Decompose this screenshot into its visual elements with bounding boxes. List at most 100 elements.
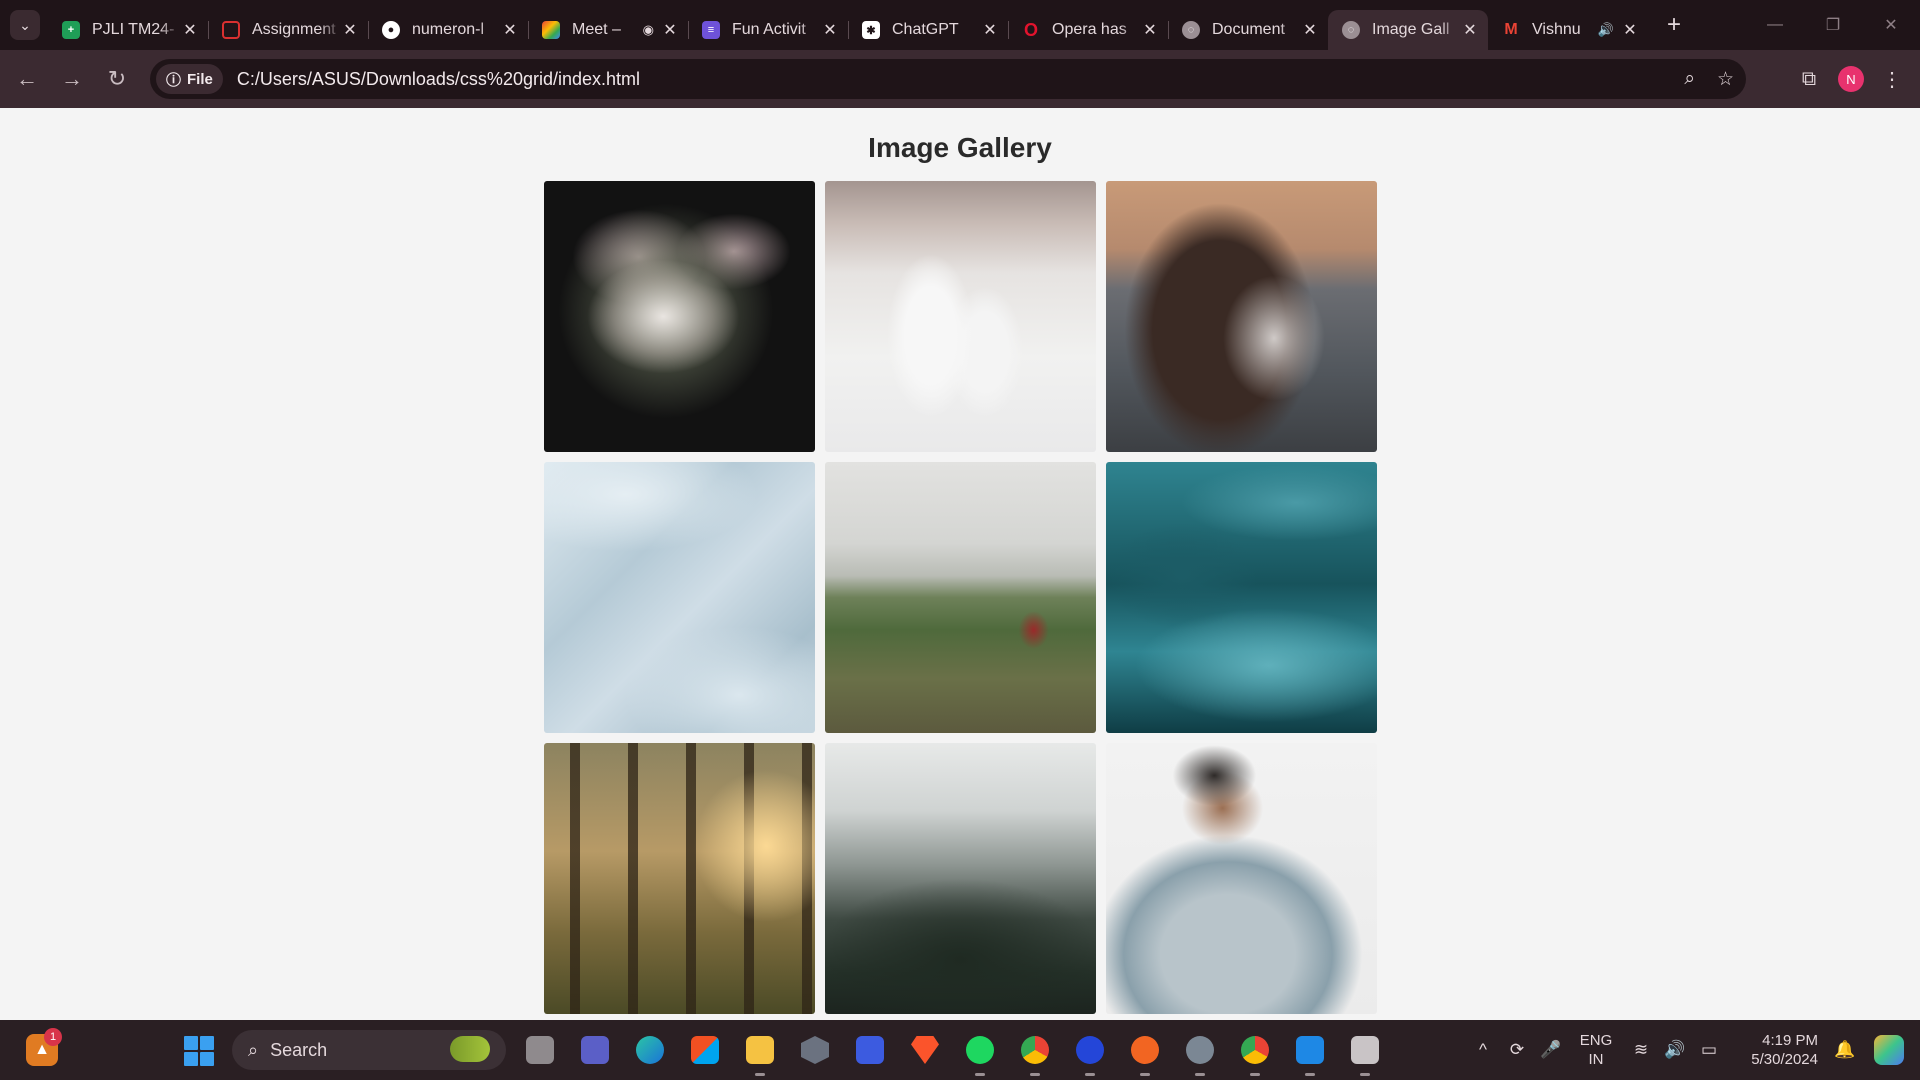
taskbar: ▲ 1 ⌕ Search ^ ⟳ 🎤 ENG IN ≋ 🔊 ▭ 4:19 PM … [0, 1020, 1920, 1080]
meet-icon [542, 21, 560, 39]
gallery-image-couple [1106, 181, 1377, 452]
clock-time: 4:19 PM [1762, 1032, 1818, 1049]
profile-avatar[interactable]: N [1838, 66, 1864, 92]
address-bar-actions: ⌕ ☆ [1684, 59, 1734, 99]
wifi-icon[interactable]: ≋ [1624, 1040, 1658, 1060]
bookmark-star-icon[interactable]: ☆ [1717, 68, 1734, 91]
chevron-up-icon[interactable]: ^ [1466, 1040, 1500, 1060]
tab[interactable]: ◌ Document ✕ [1168, 10, 1328, 50]
globe-icon: ◌ [1182, 21, 1200, 39]
gallery-image-forest [544, 743, 815, 1014]
back-icon[interactable]: ← [9, 61, 45, 97]
tab-title: Meet – [572, 21, 621, 38]
teams-icon[interactable] [575, 1030, 615, 1070]
store-icon[interactable] [685, 1030, 725, 1070]
page-title: Image Gallery [868, 132, 1052, 163]
gallery-image-teal-waves [1106, 462, 1377, 733]
speaker-icon[interactable]: 🔊 [1598, 22, 1614, 38]
search-highlight-icon [450, 1036, 490, 1062]
reload-icon[interactable]: ↻ [99, 61, 135, 97]
language-line-1: ENG [1579, 1032, 1613, 1049]
close-icon[interactable]: ✕ [1142, 20, 1158, 40]
toolbar-right: ⧉ N ⋮ [1780, 50, 1920, 108]
battery-icon[interactable]: ▭ [1692, 1040, 1726, 1060]
file-explorer-icon[interactable] [740, 1030, 780, 1076]
app-red-icon[interactable] [1345, 1030, 1385, 1076]
chrome-profile-icon[interactable] [1235, 1030, 1275, 1076]
vscode-icon[interactable] [1290, 1030, 1330, 1076]
tab[interactable]: O Opera has ✕ [1008, 10, 1168, 50]
tab[interactable]: ≡ Fun Activit ✕ [688, 10, 848, 50]
close-icon[interactable]: ✕ [822, 20, 838, 40]
taskbar-search[interactable]: ⌕ Search [232, 1030, 506, 1070]
task-view-icon[interactable] [520, 1030, 560, 1070]
copilot-icon[interactable] [1874, 1035, 1904, 1065]
tab-title: numeron-l [412, 21, 485, 38]
language-indicator[interactable]: ENG IN [1568, 1031, 1624, 1069]
app-orange-icon[interactable] [1125, 1030, 1165, 1076]
edge-icon[interactable] [630, 1030, 670, 1070]
address-bar[interactable]: ⓘ File C:/Users/ASUS/Downloads/css%20gri… [150, 59, 1746, 99]
brave-icon[interactable] [905, 1030, 945, 1070]
page-content: Image Gallery [0, 108, 1920, 1020]
tab-title: PJLI TM24- [92, 21, 175, 38]
chatgpt-icon: ✱ [862, 21, 880, 39]
search-icon: ⌕ [248, 1039, 259, 1060]
site-info-chip[interactable]: ⓘ File [156, 64, 223, 94]
minimize-icon[interactable]: — [1746, 0, 1804, 50]
notification-badge: 1 [44, 1028, 62, 1046]
recording-icon: ◉ [642, 22, 654, 37]
tab[interactable]: ✱ ChatGPT ✕ [848, 10, 1008, 50]
close-window-icon[interactable]: ✕ [1862, 0, 1920, 50]
start-button[interactable] [184, 1036, 214, 1066]
tab-strip: ⌄ + PJLI TM24- ✕ Assignment ✕ ● numeron-… [0, 0, 1920, 50]
close-icon[interactable]: ✕ [662, 20, 678, 40]
tab-title: ChatGPT [892, 21, 959, 38]
restore-icon[interactable]: ❐ [1804, 0, 1862, 50]
chrome-icon[interactable] [1015, 1030, 1055, 1076]
volume-icon[interactable]: 🔊 [1658, 1040, 1692, 1060]
extensions-icon[interactable]: ⧉ [1780, 68, 1838, 91]
close-icon[interactable]: ✕ [342, 20, 358, 40]
tab-search-button[interactable]: ⌄ [10, 10, 40, 40]
image-gallery [544, 181, 1377, 1014]
close-icon[interactable]: ✕ [1302, 20, 1318, 40]
url-text[interactable]: C:/Users/ASUS/Downloads/css%20grid/index… [237, 69, 640, 90]
app-blue-icon[interactable] [850, 1030, 890, 1070]
info-icon: ⓘ [166, 71, 182, 89]
tab-active[interactable]: ◌ Image Gall ✕ [1328, 10, 1488, 50]
close-icon[interactable]: ✕ [182, 20, 198, 40]
close-icon[interactable]: ✕ [982, 20, 998, 40]
tab[interactable]: ● numeron-l ✕ [368, 10, 528, 50]
chevron-down-icon: ⌄ [19, 16, 31, 33]
tab-list: + PJLI TM24- ✕ Assignment ✕ ● numeron-l … [48, 0, 1648, 50]
gallery-image-hill [825, 462, 1096, 733]
app-hex-icon[interactable] [795, 1030, 835, 1070]
sync-icon[interactable]: ⟳ [1500, 1040, 1534, 1060]
spotify-icon[interactable] [960, 1030, 1000, 1076]
close-icon[interactable]: ✕ [1622, 20, 1638, 40]
new-tab-button[interactable]: + [1658, 9, 1690, 41]
clock-date: 5/30/2024 [1751, 1051, 1818, 1068]
sheets-icon: + [62, 21, 80, 39]
app-w-icon[interactable] [1070, 1030, 1110, 1076]
tab[interactable]: + PJLI TM24- ✕ [48, 10, 208, 50]
window-controls: — ❐ ✕ [1746, 0, 1920, 50]
gallery-image-foggy-forest [825, 743, 1096, 1014]
close-icon[interactable]: ✕ [1462, 20, 1478, 40]
tab-title: Fun Activit [732, 21, 806, 38]
tab[interactable]: M Vishnu 🔊 ✕ [1488, 10, 1648, 50]
close-icon[interactable]: ✕ [502, 20, 518, 40]
zoom-icon[interactable]: ⌕ [1684, 68, 1695, 90]
site-info-label: File [187, 70, 213, 88]
globe-icon: ◌ [1342, 21, 1360, 39]
settings-icon[interactable] [1180, 1030, 1220, 1076]
clock[interactable]: 4:19 PM 5/30/2024 [1726, 1031, 1818, 1069]
microphone-icon[interactable]: 🎤 [1534, 1040, 1568, 1060]
browser-toolbar: ← → ↻ ⓘ File C:/Users/ASUS/Downloads/css… [0, 50, 1920, 108]
forward-icon[interactable]: → [54, 61, 90, 97]
tab[interactable]: Assignment ✕ [208, 10, 368, 50]
menu-icon[interactable]: ⋮ [1864, 67, 1920, 92]
notification-bell-icon[interactable]: 🔔 [1828, 1040, 1862, 1060]
tab[interactable]: Meet – ◉ ✕ [528, 10, 688, 50]
